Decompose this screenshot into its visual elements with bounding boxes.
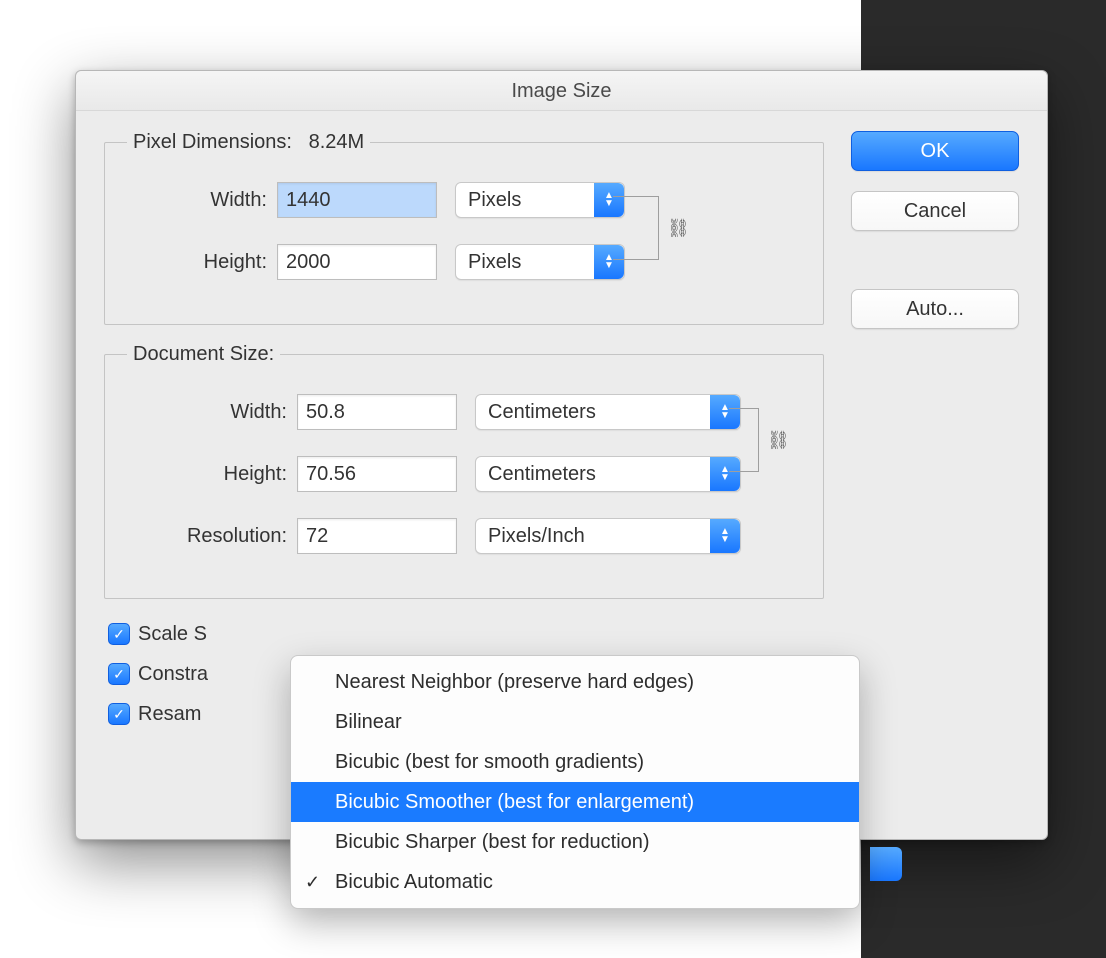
- resample-select-stepper-peek: [870, 847, 902, 881]
- menu-item-bicubic-automatic-label: Bicubic Automatic: [335, 871, 493, 893]
- menu-item-bicubic-smoother[interactable]: Bicubic Smoother (best for enlargement): [291, 782, 859, 822]
- resolution-unit-value: Pixels/Inch: [488, 525, 585, 548]
- pixel-dimensions-group: Pixel Dimensions: 8.24M Width: Pixels ▲▼…: [104, 131, 824, 325]
- doc-width-unit-select[interactable]: Centimeters ▲▼: [475, 394, 741, 430]
- pixel-height-unit-select[interactable]: Pixels ▲▼: [455, 244, 625, 280]
- document-size-legend: Document Size:: [127, 343, 280, 366]
- constrain-bracket: [729, 408, 759, 472]
- menu-item-bicubic-automatic[interactable]: ✓ Bicubic Automatic: [291, 862, 859, 902]
- menu-item-bicubic[interactable]: Bicubic (best for smooth gradients): [291, 742, 859, 782]
- pixel-dimensions-label: Pixel Dimensions:: [133, 131, 292, 153]
- pixel-width-label: Width:: [127, 189, 277, 212]
- doc-width-label: Width:: [127, 401, 297, 424]
- auto-button[interactable]: Auto...: [851, 289, 1019, 329]
- menu-item-bicubic-sharper[interactable]: Bicubic Sharper (best for reduction): [291, 822, 859, 862]
- doc-height-unit-value: Centimeters: [488, 463, 596, 486]
- checkbox-checked-icon: ✓: [108, 663, 130, 685]
- doc-width-unit-value: Centimeters: [488, 401, 596, 424]
- doc-height-label: Height:: [127, 463, 297, 486]
- check-icon: ✓: [305, 862, 320, 902]
- resample-image-label: Resam: [138, 703, 201, 726]
- dialog-title: Image Size: [76, 71, 1047, 111]
- link-icon: ⛓: [667, 218, 690, 239]
- link-icon: ⛓: [767, 430, 790, 451]
- resolution-label: Resolution:: [127, 525, 297, 548]
- document-size-group: Document Size: Width: Centimeters ▲▼ Hei…: [104, 343, 824, 599]
- checkbox-checked-icon: ✓: [108, 623, 130, 645]
- resolution-input[interactable]: [297, 518, 457, 554]
- pixel-width-input[interactable]: [277, 182, 437, 218]
- resolution-unit-select[interactable]: Pixels/Inch ▲▼: [475, 518, 741, 554]
- doc-height-input[interactable]: [297, 456, 457, 492]
- menu-item-nearest-neighbor[interactable]: Nearest Neighbor (preserve hard edges): [291, 662, 859, 702]
- pixel-width-unit-select[interactable]: Pixels ▲▼: [455, 182, 625, 218]
- ok-button[interactable]: OK: [851, 131, 1019, 171]
- cancel-button[interactable]: Cancel: [851, 191, 1019, 231]
- menu-item-bilinear[interactable]: Bilinear: [291, 702, 859, 742]
- scale-styles-label: Scale S: [138, 623, 207, 646]
- pixel-width-unit-value: Pixels: [468, 189, 521, 212]
- checkbox-checked-icon: ✓: [108, 703, 130, 725]
- pixel-height-input[interactable]: [277, 244, 437, 280]
- pixel-height-unit-value: Pixels: [468, 251, 521, 274]
- scale-styles-checkbox-row[interactable]: ✓ Scale S: [108, 617, 824, 651]
- stepper-icon: ▲▼: [710, 519, 740, 553]
- constrain-bracket: [613, 196, 659, 260]
- pixel-height-label: Height:: [127, 251, 277, 274]
- pixel-dimensions-size: 8.24M: [309, 131, 365, 153]
- doc-width-input[interactable]: [297, 394, 457, 430]
- constrain-proportions-label: Constra: [138, 663, 208, 686]
- doc-height-unit-select[interactable]: Centimeters ▲▼: [475, 456, 741, 492]
- resample-method-menu: Nearest Neighbor (preserve hard edges) B…: [290, 655, 860, 909]
- pixel-dimensions-legend: Pixel Dimensions: 8.24M: [127, 131, 370, 154]
